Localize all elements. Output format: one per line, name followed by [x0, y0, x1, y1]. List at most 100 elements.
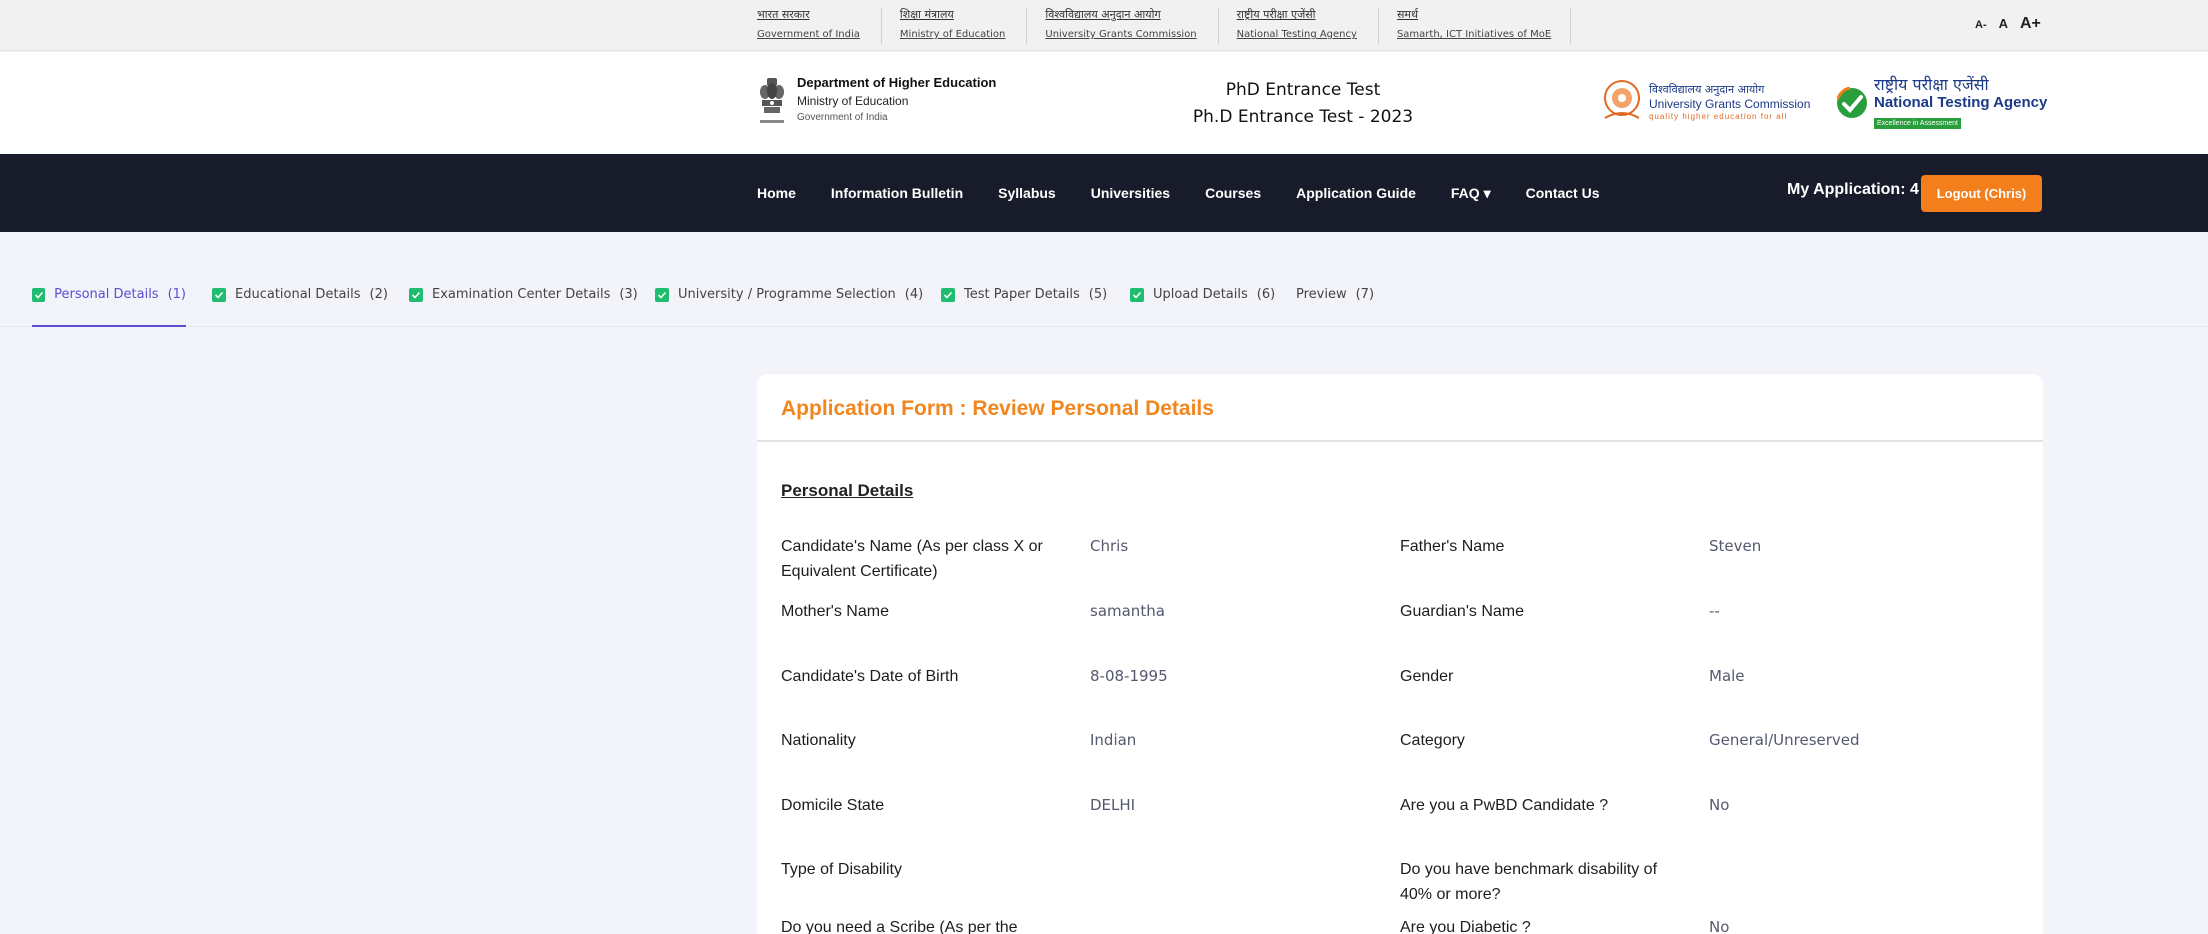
nta-text: राष्ट्रीय परीक्षा एजेंसी National Testin…	[1874, 76, 2047, 130]
ugc-name-en: University Grants Commission	[1649, 96, 1811, 111]
label-fathers-name: Father's Name	[1400, 538, 1505, 555]
gov-link-en: Samarth, ICT Initiatives of MoE	[1396, 29, 1552, 40]
gov-link-en: Ministry of Education	[899, 29, 1006, 40]
gov-strip: भारत सरकार Government of India शिक्षा मं…	[0, 0, 2208, 51]
label-type-of-disability: Type of Disability	[781, 861, 902, 878]
divider	[1377, 8, 1379, 44]
nta-logo: राष्ट्रीय परीक्षा एजेंसी National Testin…	[1836, 76, 2047, 130]
nta-name-en: National Testing Agency	[1874, 94, 2048, 111]
nav-home[interactable]: Home	[757, 185, 796, 201]
value-category: General/Unreserved	[1709, 731, 1860, 749]
gov-link-en: University Grants Commission	[1045, 29, 1197, 40]
label-gender: Gender	[1400, 668, 1454, 685]
review-card: Application Form : Review Personal Detai…	[757, 374, 2043, 934]
divider	[1217, 8, 1219, 44]
tab-university-programme-selection[interactable]: University / Programme Selection (4)	[655, 287, 923, 327]
value-fathers-name: Steven	[1709, 537, 1762, 555]
label-need-scribe: Do you need a Scribe (As per the	[781, 919, 1018, 934]
tab-number: (5)	[1088, 287, 1108, 302]
label-date-of-birth: Candidate's Date of Birth	[781, 668, 959, 685]
label-mothers-name: Mother's Name	[781, 603, 889, 620]
tab-examination-center-details[interactable]: Examination Center Details (3)	[409, 287, 638, 327]
tab-label: Personal Details	[54, 287, 159, 302]
nav-information-bulletin[interactable]: Information Bulletin	[831, 185, 963, 201]
card-header: Application Form : Review Personal Detai…	[757, 374, 2043, 442]
value-gender: Male	[1709, 667, 1745, 685]
value-nationality: Indian	[1090, 731, 1137, 749]
ugc-logo: विश्वविद्यालय अनुदान आयोग University Gra…	[1601, 78, 1810, 126]
dept-text: Department of Higher Education Ministry …	[797, 74, 996, 125]
nta-check-icon	[1836, 87, 1867, 118]
exam-title-line2: Ph.D Entrance Test - 2023	[1192, 107, 1414, 127]
divider	[1026, 8, 1028, 44]
tab-number: (7)	[1355, 287, 1375, 302]
tab-label: University / Programme Selection	[678, 287, 896, 302]
check-icon	[655, 288, 669, 302]
nav-contact-us[interactable]: Contact Us	[1526, 185, 1600, 201]
value-domicile-state: DELHI	[1090, 796, 1136, 814]
label-benchmark-disability: Do you have benchmark disability of 40% …	[1400, 861, 1658, 903]
label-nationality: Nationality	[781, 732, 856, 749]
nav-universities[interactable]: Universities	[1091, 185, 1170, 201]
ugc-emblem-icon	[1604, 80, 1640, 119]
font-increase-button[interactable]: A+	[2020, 15, 2041, 33]
ugc-text: विश्वविद्यालय अनुदान आयोग University Gra…	[1649, 83, 1810, 122]
nav-syllabus[interactable]: Syllabus	[998, 185, 1056, 201]
value-diabetic: No	[1709, 918, 1730, 934]
tab-number: (1)	[167, 287, 186, 302]
my-application-link[interactable]: My Application: 4	[1787, 181, 1919, 199]
gov-link-en: Government of India	[757, 29, 860, 40]
dept-branding: Department of Higher Education Ministry …	[757, 74, 996, 132]
national-emblem-icon	[760, 78, 784, 123]
gov-link-hi: विश्वविद्यालय अनुदान आयोग	[1045, 8, 1161, 21]
nta-tagline: Excellence in Assessment	[1874, 118, 1961, 129]
value-pwbd-candidate: No	[1709, 796, 1730, 814]
tab-test-paper-details[interactable]: Test Paper Details (5)	[941, 287, 1107, 327]
gov-links: भारत सरकार Government of India शिक्षा मं…	[757, 0, 1572, 51]
gov-name: Government of India	[797, 112, 888, 123]
tab-label: Educational Details	[235, 287, 361, 302]
gov-link-india[interactable]: भारत सरकार Government of India	[757, 0, 900, 44]
nav-application-guide[interactable]: Application Guide	[1296, 185, 1416, 201]
tab-label: Test Paper Details	[964, 287, 1080, 302]
check-icon	[32, 288, 46, 302]
exam-title-line1: PhD Entrance Test	[1225, 80, 1381, 100]
section-title: Personal Details	[781, 481, 914, 500]
nta-name-hi: राष्ट्रीय परीक्षा एजेंसी	[1874, 75, 1989, 94]
ugc-name-hi: विश्वविद्यालय अनुदान आयोग	[1649, 82, 1765, 96]
gov-link-hi: शिक्षा मंत्रालय	[899, 8, 954, 21]
font-normal-button[interactable]: A	[1999, 16, 2008, 31]
tab-label: Preview	[1296, 287, 1347, 302]
tab-personal-details[interactable]: Personal Details (1)	[32, 287, 186, 327]
font-decrease-button[interactable]: A-	[1975, 19, 1987, 31]
font-size-controls: A- A A+	[1975, 15, 2041, 33]
gov-link-moe[interactable]: शिक्षा मंत्रालय Ministry of Education	[900, 0, 1045, 44]
tab-number: (6)	[1256, 287, 1276, 302]
value-guardians-name: --	[1709, 602, 1720, 620]
nav-links: Home Information Bulletin Syllabus Unive…	[757, 154, 1600, 232]
tab-educational-details[interactable]: Educational Details (2)	[212, 287, 388, 327]
nav-courses[interactable]: Courses	[1205, 185, 1261, 201]
gov-link-nta[interactable]: राष्ट्रीय परीक्षा एजेंसी National Testin…	[1237, 0, 1397, 44]
tab-number: (4)	[904, 287, 924, 302]
main-navbar: Home Information Bulletin Syllabus Unive…	[0, 154, 2208, 232]
dept-name: Department of Higher Education	[797, 75, 997, 90]
gov-link-samarth[interactable]: समर्थ Samarth, ICT Initiatives of MoE	[1396, 0, 1572, 44]
label-pwbd-candidate: Are you a PwBD Candidate ?	[1400, 797, 1609, 814]
check-icon	[212, 288, 226, 302]
check-icon	[409, 288, 423, 302]
ugc-tagline: quality higher education for all	[1649, 111, 1788, 121]
logout-button[interactable]: Logout (Chris)	[1921, 175, 2042, 212]
gov-link-hi: समर्थ	[1396, 8, 1418, 21]
tab-upload-details[interactable]: Upload Details (6)	[1130, 287, 1275, 327]
label-diabetic: Are you Diabetic ?	[1400, 919, 1531, 934]
nav-faq-dropdown[interactable]: FAQ ▾	[1451, 185, 1491, 202]
divider	[880, 8, 882, 44]
tab-label: Examination Center Details	[432, 287, 611, 302]
gov-link-ugc[interactable]: विश्वविद्यालय अनुदान आयोग University Gra…	[1045, 0, 1236, 44]
exam-title: PhD Entrance Test Ph.D Entrance Test - 2…	[1150, 77, 1456, 131]
tab-number: (2)	[369, 287, 388, 302]
tab-preview[interactable]: Preview (7)	[1296, 287, 1374, 327]
gov-link-en: National Testing Agency	[1236, 29, 1357, 40]
check-icon	[941, 288, 955, 302]
